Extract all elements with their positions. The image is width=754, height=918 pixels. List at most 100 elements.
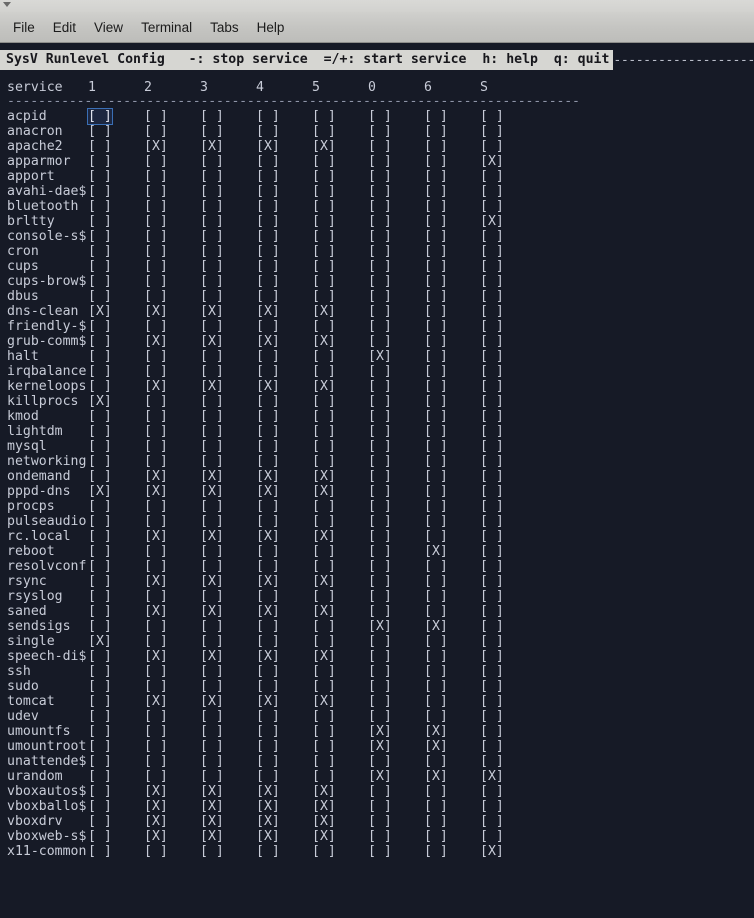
runlevel-cell[interactable]: [ ] xyxy=(368,169,424,184)
runlevel-checkbox-0[interactable]: [ ] xyxy=(368,289,392,304)
runlevel-checkbox-0[interactable]: [ ] xyxy=(368,829,392,844)
runlevel-checkbox-4[interactable]: [ ] xyxy=(256,274,280,289)
runlevel-cell[interactable]: [ ] xyxy=(368,499,424,514)
runlevel-checkbox-4[interactable]: [ ] xyxy=(256,424,280,439)
runlevel-checkbox-1[interactable]: [ ] xyxy=(88,499,112,514)
runlevel-checkbox-2[interactable]: [ ] xyxy=(144,109,168,124)
runlevel-checkbox-5[interactable]: [ ] xyxy=(312,319,336,334)
runlevel-checkbox-0[interactable]: [ ] xyxy=(368,244,392,259)
runlevel-cell[interactable]: [ ] xyxy=(312,364,368,379)
runlevel-checkbox-6[interactable]: [ ] xyxy=(424,574,448,589)
runlevel-checkbox-0[interactable]: [X] xyxy=(368,619,392,634)
runlevel-cell[interactable]: [ ] xyxy=(200,439,256,454)
runlevel-checkbox-6[interactable]: [ ] xyxy=(424,334,448,349)
service-row[interactable]: mysql [ ] [ ] [ ] [ ] [ ] [ ] [ ] [ ] xyxy=(0,439,754,454)
runlevel-checkbox-6[interactable]: [ ] xyxy=(424,844,448,859)
runlevel-checkbox-3[interactable]: [ ] xyxy=(200,724,224,739)
runlevel-cell[interactable]: [ ] xyxy=(368,124,424,139)
runlevel-checkbox-1[interactable]: [X] xyxy=(88,304,112,319)
runlevel-cell[interactable]: [ ] xyxy=(368,844,424,859)
runlevel-checkbox-0[interactable]: [ ] xyxy=(368,514,392,529)
runlevel-checkbox-6[interactable]: [ ] xyxy=(424,304,448,319)
service-row[interactable]: cups-brow$[ ][ ][ ][ ][ ][ ][ ][ ] xyxy=(0,274,754,289)
runlevel-checkbox-0[interactable]: [ ] xyxy=(368,604,392,619)
runlevel-checkbox-S[interactable]: [ ] xyxy=(480,574,504,589)
service-row[interactable]: friendly-$[ ][ ][ ][ ][ ][ ][ ][ ] xyxy=(0,319,754,334)
runlevel-checkbox-S[interactable]: [ ] xyxy=(480,589,504,604)
service-row[interactable]: rsyslog [ ] [ ] [ ] [ ] [ ] [ ] [ ] [ ] xyxy=(0,589,754,604)
runlevel-checkbox-0[interactable]: [ ] xyxy=(368,544,392,559)
runlevel-checkbox-S[interactable]: [ ] xyxy=(480,664,504,679)
runlevel-checkbox-4[interactable]: [X] xyxy=(256,304,280,319)
runlevel-checkbox-6[interactable]: [ ] xyxy=(424,559,448,574)
runlevel-checkbox-6[interactable]: [ ] xyxy=(424,379,448,394)
runlevel-checkbox-5[interactable]: [ ] xyxy=(312,634,336,649)
runlevel-checkbox-1[interactable]: [ ] xyxy=(88,664,112,679)
runlevel-checkbox-S[interactable]: [ ] xyxy=(480,799,504,814)
runlevel-checkbox-5[interactable]: [ ] xyxy=(312,739,336,754)
runlevel-checkbox-2[interactable]: [ ] xyxy=(144,154,168,169)
runlevel-checkbox-0[interactable]: [ ] xyxy=(368,169,392,184)
runlevel-checkbox-1[interactable]: [ ] xyxy=(88,574,112,589)
runlevel-checkbox-1[interactable]: [ ] xyxy=(88,724,112,739)
runlevel-cell[interactable]: [ ] xyxy=(88,814,144,829)
runlevel-checkbox-2[interactable]: [X] xyxy=(144,799,168,814)
runlevel-checkbox-6[interactable]: [ ] xyxy=(424,274,448,289)
runlevel-checkbox-0[interactable]: [ ] xyxy=(368,784,392,799)
runlevel-checkbox-3[interactable]: [X] xyxy=(200,829,224,844)
runlevel-cell[interactable]: [ ] xyxy=(368,214,424,229)
runlevel-checkbox-3[interactable]: [X] xyxy=(200,784,224,799)
runlevel-cell[interactable]: [X] xyxy=(256,829,312,844)
runlevel-cell[interactable]: [ ] xyxy=(200,514,256,529)
runlevel-checkbox-6[interactable]: [ ] xyxy=(424,109,448,124)
runlevel-cell[interactable]: [ ] xyxy=(144,844,200,859)
runlevel-cell[interactable]: [X] xyxy=(256,379,312,394)
runlevel-checkbox-4[interactable]: [X] xyxy=(256,574,280,589)
runlevel-checkbox-2[interactable]: [ ] xyxy=(144,199,168,214)
runlevel-cell[interactable]: [X] xyxy=(144,334,200,349)
runlevel-cell[interactable]: [ ] xyxy=(312,769,368,784)
runlevel-cell[interactable]: [X] xyxy=(424,739,480,754)
runlevel-checkbox-5[interactable]: [ ] xyxy=(312,439,336,454)
runlevel-checkbox-1[interactable]: [ ] xyxy=(88,649,112,664)
runlevel-cell[interactable]: [ ] xyxy=(368,514,424,529)
runlevel-cell[interactable]: [ ] xyxy=(144,679,200,694)
runlevel-cell[interactable]: [ ] xyxy=(88,154,144,169)
runlevel-cell[interactable]: [X] xyxy=(200,529,256,544)
runlevel-checkbox-5[interactable]: [ ] xyxy=(312,559,336,574)
runlevel-cell[interactable]: [ ] xyxy=(424,529,480,544)
runlevel-checkbox-2[interactable]: [ ] xyxy=(144,349,168,364)
runlevel-cell[interactable]: [ ] xyxy=(256,154,312,169)
runlevel-cell[interactable]: [ ] xyxy=(424,424,480,439)
runlevel-checkbox-2[interactable]: [X] xyxy=(144,139,168,154)
runlevel-checkbox-S[interactable]: [ ] xyxy=(480,814,504,829)
runlevel-checkbox-5[interactable]: [X] xyxy=(312,814,336,829)
runlevel-checkbox-3[interactable]: [X] xyxy=(200,139,224,154)
runlevel-checkbox-0[interactable]: [ ] xyxy=(368,484,392,499)
runlevel-cell[interactable]: [ ] xyxy=(256,289,312,304)
runlevel-checkbox-0[interactable]: [ ] xyxy=(368,814,392,829)
runlevel-cell[interactable]: [ ] xyxy=(424,649,480,664)
runlevel-cell[interactable]: [ ] xyxy=(368,199,424,214)
runlevel-checkbox-6[interactable]: [X] xyxy=(424,769,448,784)
runlevel-cell[interactable]: [ ] xyxy=(480,244,536,259)
runlevel-cell[interactable]: [ ] xyxy=(480,664,536,679)
runlevel-cell[interactable]: [X] xyxy=(144,784,200,799)
runlevel-cell[interactable]: [ ] xyxy=(480,574,536,589)
runlevel-checkbox-5[interactable]: [ ] xyxy=(312,259,336,274)
runlevel-cell[interactable]: [ ] xyxy=(312,184,368,199)
runlevel-checkbox-S[interactable]: [ ] xyxy=(480,454,504,469)
runlevel-checkbox-1[interactable]: [ ] xyxy=(88,844,112,859)
runlevel-checkbox-5[interactable]: [ ] xyxy=(312,289,336,304)
service-row[interactable]: saned [ ] [X] [X] [X] [X] [ ] [ ] [ ] xyxy=(0,604,754,619)
runlevel-cell[interactable]: [ ] xyxy=(480,289,536,304)
runlevel-cell[interactable]: [X] xyxy=(200,304,256,319)
runlevel-checkbox-4[interactable]: [X] xyxy=(256,829,280,844)
runlevel-checkbox-1[interactable]: [ ] xyxy=(88,229,112,244)
runlevel-checkbox-3[interactable]: [ ] xyxy=(200,634,224,649)
runlevel-cell[interactable]: [ ] xyxy=(256,634,312,649)
runlevel-checkbox-4[interactable]: [ ] xyxy=(256,664,280,679)
runlevel-checkbox-1[interactable]: [ ] xyxy=(88,769,112,784)
runlevel-cell[interactable]: [ ] xyxy=(144,244,200,259)
runlevel-cell[interactable]: [X] xyxy=(144,604,200,619)
